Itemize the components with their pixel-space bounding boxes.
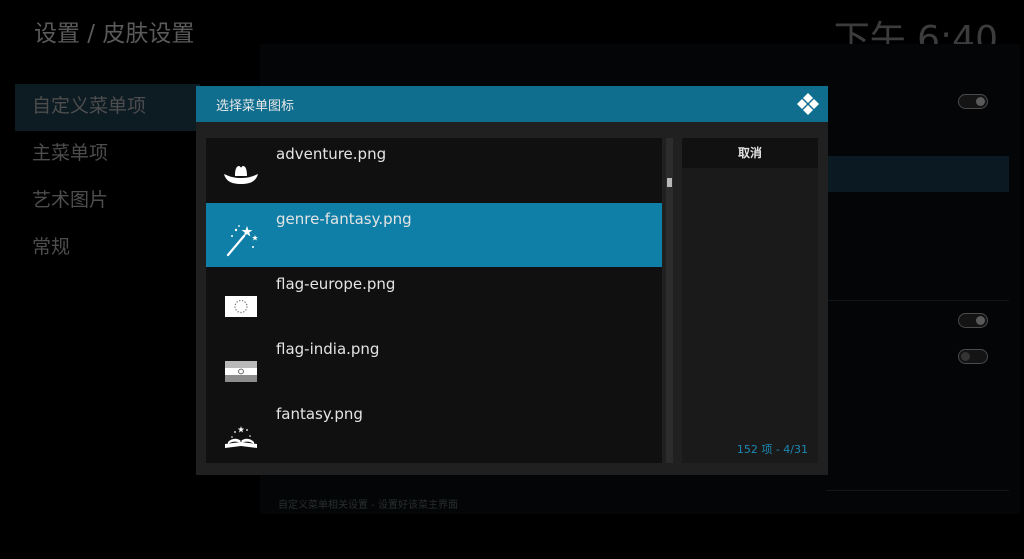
list-item-genre-fantasy[interactable]: genre-fantasy.png — [206, 203, 662, 267]
sidebar-item-artwork[interactable]: 艺术图片 — [0, 178, 200, 225]
select-icon-dialog: 选择菜单图标 adventure.png genre-fantasy.png f… — [196, 86, 828, 475]
dialog-header: 选择菜单图标 — [196, 86, 828, 122]
magic-wand-icon — [226, 225, 258, 257]
list-item-flag-europe[interactable]: flag-europe.png — [206, 268, 662, 332]
list-item-adventure[interactable]: adventure.png — [206, 138, 662, 202]
file-name: adventure.png — [276, 145, 387, 163]
list-item-flag-india[interactable]: flag-india.png — [206, 333, 662, 397]
file-name: genre-fantasy.png — [276, 210, 412, 228]
settings-sidebar: 自定义菜单项 主菜单项 艺术图片 常规 — [0, 84, 200, 272]
india-flag-icon — [225, 361, 257, 382]
dialog-side-panel: 取消 152 项 - 4/31 — [682, 138, 818, 463]
dialog-title: 选择菜单图标 — [216, 99, 295, 114]
list-scrollbar[interactable] — [666, 138, 673, 463]
toggle-knob — [976, 97, 985, 106]
settings-separator — [826, 300, 1009, 301]
open-book-icon — [225, 426, 257, 448]
file-name: flag-europe.png — [276, 275, 396, 293]
settings-separator — [826, 490, 1009, 491]
setting-toggle[interactable] — [958, 313, 988, 328]
sidebar-item-main-menu[interactable]: 主菜单项 — [0, 131, 200, 178]
kodi-logo-icon — [797, 93, 819, 115]
page-title: 设置 / 皮肤设置 — [34, 21, 195, 47]
toggle-knob — [976, 316, 985, 325]
skin-settings-screen: 设置 / 皮肤设置 下午 6:40 自定义菜单相关设置 - 设置好该菜主界面 自… — [0, 0, 1024, 559]
settings-hint: 自定义菜单相关设置 - 设置好该菜主界面 — [278, 500, 458, 511]
list-item-fantasy[interactable]: fantasy.png — [206, 398, 662, 462]
eu-flag-icon — [225, 296, 257, 317]
file-name: flag-india.png — [276, 340, 380, 358]
settings-row-highlight[interactable] — [826, 156, 1009, 192]
cancel-button[interactable]: 取消 — [682, 138, 818, 168]
file-list: adventure.png genre-fantasy.png flag-eur… — [206, 138, 662, 463]
item-count: 152 项 - 4/31 — [736, 443, 808, 456]
setting-toggle[interactable] — [958, 349, 988, 364]
setting-toggle[interactable] — [958, 94, 988, 109]
sidebar-item-general[interactable]: 常规 — [0, 225, 200, 272]
sidebar-item-custom-menu[interactable]: 自定义菜单项 — [15, 84, 200, 131]
toggle-knob — [961, 352, 970, 361]
scrollbar-thumb[interactable] — [667, 178, 672, 187]
cowboy-hat-icon — [224, 166, 258, 184]
file-name: fantasy.png — [276, 405, 363, 423]
